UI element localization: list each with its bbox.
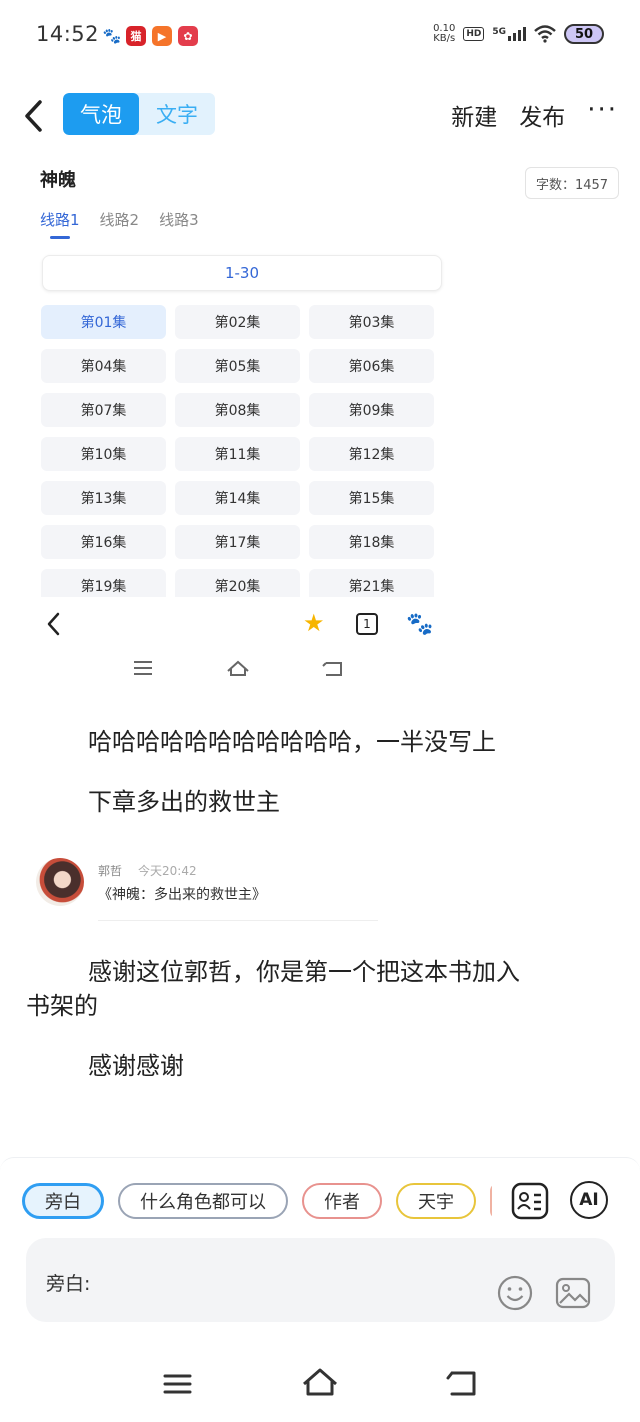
avatar — [36, 858, 84, 906]
episode-range: 1-30 — [42, 255, 442, 291]
episode-item: 第12集 — [309, 437, 434, 471]
home-icon[interactable] — [303, 1368, 337, 1396]
baidu-paw-icon: 🐾 — [102, 27, 122, 45]
message-input[interactable]: 旁白: — [26, 1238, 615, 1322]
chip-partial[interactable] — [490, 1183, 492, 1219]
comment-text: 《神魄：多出来的救世主》 — [98, 887, 266, 903]
episode-item: 第08集 — [175, 393, 300, 427]
menu-icon[interactable] — [163, 1374, 192, 1394]
tab-text[interactable]: 文字 — [139, 93, 215, 135]
bookmark-count-icon: 1 — [356, 613, 378, 635]
role-chips: 旁白 什么角色都可以 作者 天宇 — [22, 1183, 492, 1223]
episode-item: 第10集 — [41, 437, 166, 471]
episode-item: 第03集 — [309, 305, 434, 339]
return-icon[interactable] — [446, 1371, 476, 1396]
star-icon: ★ — [303, 609, 325, 637]
divider — [98, 920, 378, 921]
story-paragraph: 下章多出的救世主 — [88, 788, 280, 816]
episode-item: 第13集 — [41, 481, 166, 515]
status-bar: 14:52 🐾 猫 ▶ ✿ 0.10 KB/s HD 5G 50 — [0, 0, 640, 70]
new-button[interactable]: 新建 — [451, 98, 497, 132]
story-paragraph: 感谢这位郭哲，你是第一个把这本书加入 — [88, 958, 520, 986]
tab-bubble[interactable]: 气泡 — [63, 93, 139, 135]
story-paragraph: 感谢感谢 — [88, 1052, 184, 1080]
episode-item: 第19集 — [41, 569, 166, 597]
episode-item: 第06集 — [309, 349, 434, 383]
publish-button[interactable]: 发布 — [519, 98, 565, 132]
story-paragraph: 哈哈哈哈哈哈哈哈哈哈哈，一半没写上 — [88, 728, 496, 756]
comment-item: 郭哲 今天20:42 《神魄：多出来的救世主》 — [36, 858, 386, 922]
cell-signal-icon: 5G — [492, 27, 526, 41]
mode-segmented-control: 气泡 文字 — [63, 93, 215, 135]
story-paragraph-continuation: 书架的 — [26, 992, 98, 1020]
episode-item: 第05集 — [175, 349, 300, 383]
red-app-icon: ✿ — [178, 26, 198, 46]
episode-grid: 第01集 第02集 第03集 第04集 第05集 第06集 第07集 第08集 … — [41, 305, 441, 597]
episode-item: 第20集 — [175, 569, 300, 597]
chip-author[interactable]: 作者 — [302, 1183, 382, 1219]
comment-time: 今天20:42 — [138, 864, 197, 878]
nav-actions: 新建 发布 ··· — [451, 97, 618, 132]
episode-item: 第02集 — [175, 305, 300, 339]
route-tab: 线路1 — [40, 211, 80, 239]
video-app-icon: ▶ — [152, 26, 172, 46]
chip-any-role[interactable]: 什么角色都可以 — [118, 1183, 288, 1219]
embedded-back-icon — [47, 612, 60, 636]
episode-item: 第15集 — [309, 481, 434, 515]
composer-panel: 旁白 什么角色都可以 作者 天宇 AI 旁白: — [0, 1157, 640, 1347]
back-icon[interactable] — [20, 96, 50, 136]
more-menu-button[interactable]: ··· — [587, 97, 618, 123]
hd-icon: HD — [463, 27, 485, 41]
episode-item: 第16集 — [41, 525, 166, 559]
wifi-icon — [534, 25, 556, 43]
embedded-menu-icon — [134, 661, 152, 675]
status-time: 14:52 — [36, 22, 100, 46]
network-speed: 0.10 KB/s — [433, 23, 456, 44]
episode-item: 第11集 — [175, 437, 300, 471]
character-card-icon — [511, 1182, 549, 1220]
episode-item: 第01集 — [41, 305, 166, 339]
episode-item: 第18集 — [309, 525, 434, 559]
embedded-return-icon — [322, 662, 342, 676]
image-icon[interactable] — [554, 1274, 592, 1312]
episode-item: 第04集 — [41, 349, 166, 383]
chip-tianyu[interactable]: 天宇 — [396, 1183, 476, 1219]
embedded-toolbar: ★ 1 🐾 — [0, 602, 640, 646]
embedded-home-icon — [227, 660, 249, 676]
top-nav: 气泡 文字 新建 发布 ··· — [0, 88, 640, 148]
route-tab: 线路3 — [159, 211, 199, 229]
battery-icon: 50 — [564, 24, 604, 44]
episode-item: 第09集 — [309, 393, 434, 427]
embedded-system-nav — [134, 660, 342, 676]
book-title: 神魄 — [40, 170, 76, 191]
embedded-screenshot: 神魄 字数：1457 线路1 线路2 线路3 1-30 第01集 第02集 第0… — [0, 158, 640, 698]
route-tabs: 线路1 线路2 线路3 — [40, 209, 199, 239]
emoji-icon[interactable] — [496, 1274, 534, 1312]
comment-username: 郭哲 — [98, 864, 123, 878]
word-count-badge: 字数：1457 — [525, 167, 619, 199]
system-nav-bar — [163, 1368, 476, 1396]
route-tab: 线路2 — [99, 211, 140, 229]
episode-item: 第07集 — [41, 393, 166, 427]
tmall-icon: 猫 — [126, 26, 146, 46]
status-right: 0.10 KB/s HD 5G 50 — [433, 24, 604, 44]
baidu-paw-icon: 🐾 — [406, 612, 434, 637]
input-role-prefix: 旁白: — [46, 1273, 91, 1295]
episode-item: 第14集 — [175, 481, 300, 515]
episode-item: 第21集 — [309, 569, 434, 597]
chip-narrator[interactable]: 旁白 — [22, 1183, 104, 1219]
status-app-icons: 🐾 猫 ▶ ✿ — [102, 26, 198, 46]
character-card-button[interactable] — [510, 1181, 550, 1221]
episode-item: 第17集 — [175, 525, 300, 559]
ai-button[interactable]: AI — [570, 1181, 608, 1219]
